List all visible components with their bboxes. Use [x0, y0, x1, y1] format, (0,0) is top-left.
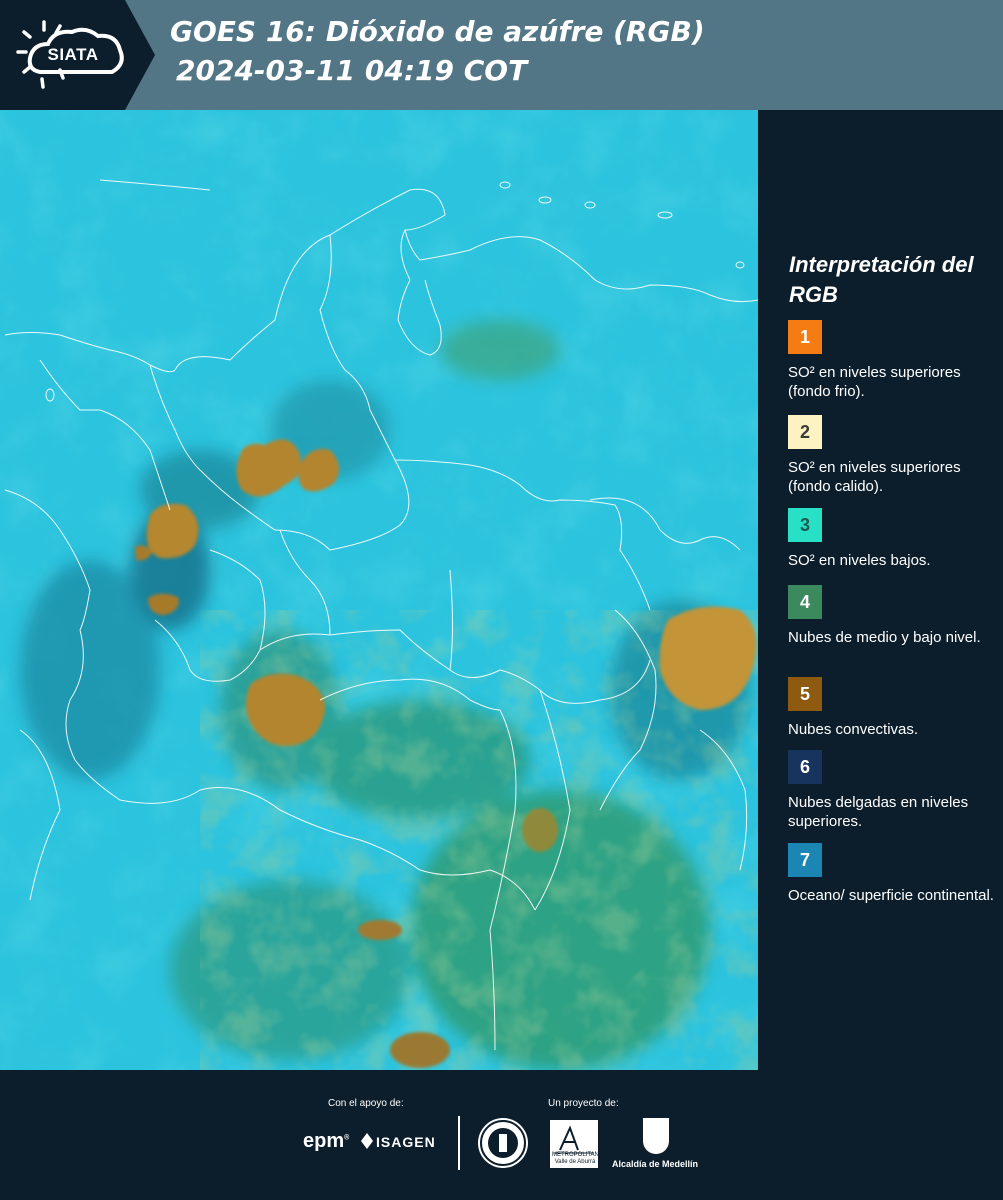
siata-logo: SIATA: [0, 0, 160, 110]
legend-item-5: 5 Nubes convectivas.: [788, 677, 998, 739]
legend-item-4: 4 Nubes de medio y bajo nivel.: [788, 585, 998, 647]
legend-swatch-2: 2: [788, 415, 822, 449]
legend-label-5: Nubes convectivas.: [788, 721, 919, 738]
legend-label-6: Nubes delgadas en niveles superiores.: [788, 794, 969, 830]
legend-label-4: Nubes de medio y bajo nivel.: [788, 629, 981, 646]
legend-item-1: 1 SO² en niveles superiores (fondo frio)…: [788, 320, 998, 401]
legend-item-2: 2 SO² en niveles superiores (fondo calid…: [788, 415, 998, 496]
legend-swatch-5: 5: [788, 677, 822, 711]
legend-item-7: 7 Oceano/ superficie continental.: [788, 843, 998, 905]
medellin-seal-logo: [478, 1118, 528, 1168]
support-label: Con el apoyo de:: [328, 1098, 404, 1109]
isagen-logo: ISAGEN: [376, 1134, 436, 1150]
header-bar: SIATA GOES 16: Dióxido de azúfre (RGB) 2…: [0, 0, 1003, 110]
footer-divider: [458, 1116, 460, 1170]
footer: Con el apoyo de: Un proyecto de: epm® IS…: [0, 1070, 1003, 1200]
legend-swatch-6: 6: [788, 750, 822, 784]
satellite-rgb-map: [0, 110, 758, 1070]
legend-item-6: 6 Nubes delgadas en niveles superiores.: [788, 750, 998, 831]
project-label: Un proyecto de:: [548, 1098, 619, 1109]
legend-title: Interpretación del RGB: [789, 252, 974, 307]
legend-label-3: SO² en niveles bajos.: [788, 552, 931, 569]
legend-label-1: SO² en niveles superiores (fondo frio).: [788, 364, 961, 400]
legend-label-7: Oceano/ superficie continental.: [788, 887, 994, 904]
epm-logo: epm®: [303, 1130, 350, 1152]
isagen-icon: [361, 1133, 373, 1149]
siata-logo-text: SIATA: [47, 45, 99, 64]
legend-item-3: 3 SO² en niveles bajos.: [788, 508, 998, 570]
legend-swatch-3: 3: [788, 508, 822, 542]
area-logo-text: METROPOLITANA Valle de Aburrá: [552, 1152, 603, 1165]
legend-swatch-1: 1: [788, 320, 822, 354]
page-title: GOES 16: Dióxido de azúfre (RGB): [170, 15, 705, 48]
alcaldia-shield-icon: [643, 1118, 669, 1154]
legend-swatch-4: 4: [788, 585, 822, 619]
page-subtitle-datetime: 2024-03-11 04:19 COT: [176, 54, 528, 87]
legend-panel: Interpretación del RGB 1 SO² en niveles …: [760, 110, 1003, 1070]
epm-logo-text: epm: [303, 1130, 345, 1152]
legend-label-2: SO² en niveles superiores (fondo calido)…: [788, 459, 961, 495]
alcaldia-logo-text: Alcaldía de Medellín: [612, 1159, 699, 1169]
legend-swatch-7: 7: [788, 843, 822, 877]
